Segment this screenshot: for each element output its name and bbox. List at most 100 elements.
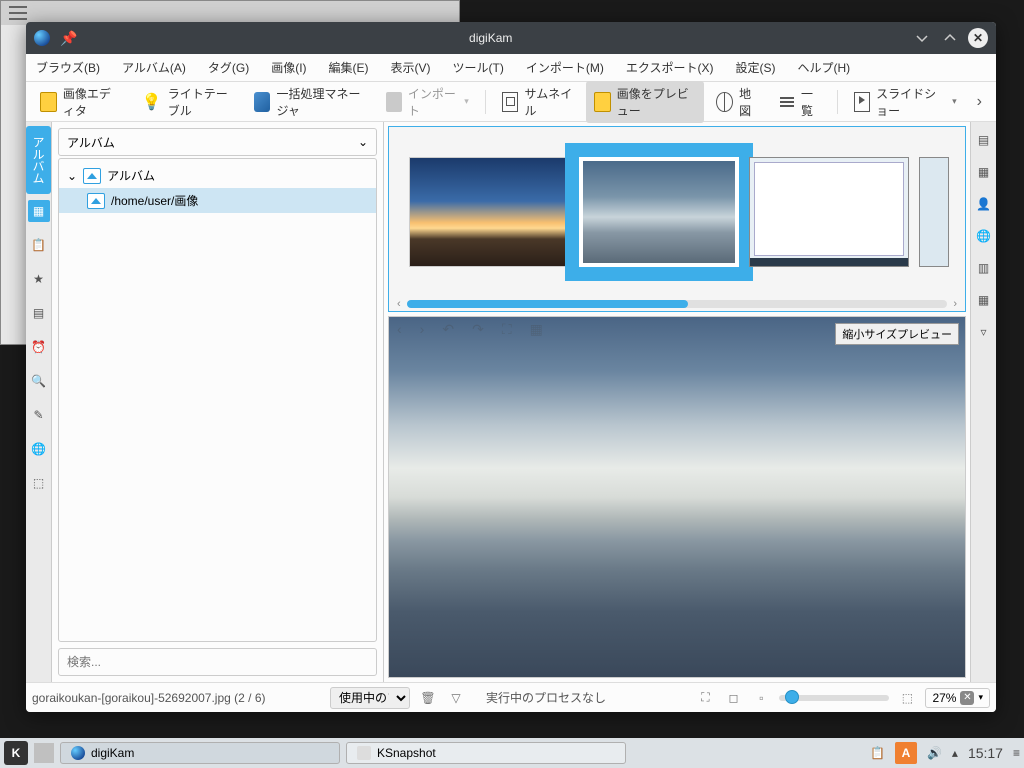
- slideshow-button[interactable]: スライドショー▾: [846, 81, 965, 123]
- star-icon[interactable]: ★: [28, 268, 50, 290]
- minimize-button[interactable]: [912, 28, 932, 48]
- batch-manager-button[interactable]: 一括処理マネージャ: [246, 81, 374, 123]
- scroll-left-icon[interactable]: ‹: [397, 298, 401, 310]
- globe-icon[interactable]: 🌐: [974, 226, 994, 246]
- dock-tab-album[interactable]: アルバム: [26, 126, 51, 194]
- menu-help[interactable]: ヘルプ(H): [794, 55, 855, 80]
- preview-toolbar: ‹ › ↶ ↷ ⛶ ▦: [397, 321, 543, 338]
- tree-item-path[interactable]: /home/user/画像: [59, 188, 376, 213]
- thumbnail-2-selected[interactable]: [579, 157, 739, 267]
- light-table-button[interactable]: 💡ライトテーブル: [134, 81, 242, 123]
- camera-icon: [386, 92, 402, 112]
- zoom-100-icon[interactable]: ◻: [723, 688, 743, 708]
- task-digikam[interactable]: digiKam: [60, 742, 340, 764]
- thumbnail-3[interactable]: [749, 157, 909, 267]
- menu-icon[interactable]: ≡: [1013, 746, 1020, 760]
- map-view-button[interactable]: 地図: [708, 81, 766, 123]
- properties-icon[interactable]: ▤: [974, 130, 994, 150]
- versions-icon[interactable]: ▦: [974, 290, 994, 310]
- toolbar: 画像エディタ 💡ライトテーブル 一括処理マネージャ インポート▾ サムネイル 画…: [26, 82, 996, 122]
- thumbnail-view-button[interactable]: サムネイル: [494, 81, 582, 123]
- status-filter-select[interactable]: 使用中のフィ.: [330, 687, 410, 709]
- close-button[interactable]: ✕: [968, 28, 988, 48]
- rotate-right-icon[interactable]: ↷: [472, 321, 484, 338]
- zoom-reset-icon[interactable]: ✕: [960, 691, 974, 705]
- list-icon: [779, 92, 795, 112]
- tray-expand-icon[interactable]: ▴: [952, 746, 958, 760]
- globe-icon[interactable]: 🌐: [28, 438, 50, 460]
- menu-edit[interactable]: 編集(E): [325, 55, 373, 80]
- thumbnail-1[interactable]: [409, 157, 569, 267]
- menu-export[interactable]: エクスポート(X): [622, 55, 718, 80]
- bulb-icon: 💡: [142, 92, 162, 112]
- task-ksnapshot[interactable]: KSnapshot: [346, 742, 626, 764]
- clipboard-icon[interactable]: 📋: [28, 234, 50, 256]
- pin-icon[interactable]: 📌: [60, 30, 77, 47]
- select-icon[interactable]: ⬚: [28, 472, 50, 494]
- ksnapshot-task-icon: [357, 746, 371, 760]
- tag-picker-icon[interactable]: ▥: [974, 258, 994, 278]
- zoom-value-box[interactable]: 27% ✕ ▾: [925, 688, 990, 708]
- image-editor-button[interactable]: 画像エディタ: [32, 81, 130, 123]
- toolbar-overflow-button[interactable]: ›: [969, 89, 990, 115]
- sidebar-header-dropdown[interactable]: アルバム ⌄: [58, 128, 377, 156]
- volume-icon[interactable]: 🔊: [927, 746, 942, 760]
- preview-panel[interactable]: ‹ › ↶ ↷ ⛶ ▦ 縮小サイズプレビュー: [388, 316, 966, 678]
- menu-tag[interactable]: タグ(G): [204, 55, 253, 80]
- clock[interactable]: 15:17: [968, 745, 1003, 761]
- menu-settings[interactable]: 設定(S): [732, 55, 780, 80]
- clock-icon[interactable]: ⏰: [28, 336, 50, 358]
- user-icon[interactable]: 👤: [974, 194, 994, 214]
- zoom-slider[interactable]: [779, 695, 889, 701]
- thumbnail-4[interactable]: [919, 157, 949, 267]
- maximize-button[interactable]: [940, 28, 960, 48]
- scrollbar-handle[interactable]: [407, 300, 688, 308]
- chevron-down-icon[interactable]: ▾: [978, 692, 983, 703]
- editor-icon: [40, 92, 57, 112]
- next-icon[interactable]: ›: [420, 321, 425, 338]
- scroll-right-icon[interactable]: ›: [953, 298, 957, 310]
- hamburger-icon[interactable]: [9, 6, 27, 20]
- expand-icon[interactable]: ⌄: [67, 169, 77, 183]
- wand-icon[interactable]: ✎: [28, 404, 50, 426]
- statusbar: goraikoukan-[goraikou]-52692007.jpg (2 /…: [26, 682, 996, 712]
- fullscreen-icon[interactable]: ⛶: [502, 321, 512, 338]
- menu-image[interactable]: 画像(I): [267, 55, 310, 80]
- app-icon: [34, 30, 50, 46]
- rotate-left-icon[interactable]: ↶: [442, 321, 454, 338]
- scrollbar-track[interactable]: [407, 300, 948, 308]
- right-dock: ▤ ▦ 👤 🌐 ▥ ▦ ▿: [970, 122, 996, 682]
- menu-view[interactable]: 表示(V): [387, 55, 435, 80]
- zoom-out-icon[interactable]: ▫: [751, 688, 771, 708]
- input-method-icon[interactable]: A: [895, 742, 917, 764]
- filter-icon[interactable]: ▿: [974, 322, 994, 342]
- search-icon[interactable]: 🔍: [28, 370, 50, 392]
- zoom-in-icon[interactable]: ⬚: [897, 688, 917, 708]
- grid-icon[interactable]: ▦: [530, 321, 543, 338]
- titlebar[interactable]: 📌 digiKam ✕: [26, 22, 996, 54]
- clipboard-tray-icon[interactable]: 📋: [870, 746, 885, 760]
- separator: [485, 90, 486, 114]
- dock-tab-image-icon[interactable]: ▦: [28, 200, 50, 222]
- menu-browse[interactable]: ブラウズ(B): [32, 55, 104, 80]
- menu-album[interactable]: アルバム(A): [118, 55, 190, 80]
- kde-menu-button[interactable]: K: [4, 741, 28, 765]
- zoom-slider-handle[interactable]: [785, 690, 799, 704]
- list-view-button[interactable]: 一覧: [771, 81, 829, 123]
- zoom-fit-icon[interactable]: ⛶: [695, 688, 715, 708]
- prev-icon[interactable]: ‹: [397, 321, 402, 338]
- digikam-task-icon: [71, 746, 85, 760]
- batch-icon: [254, 92, 271, 112]
- search-input[interactable]: [67, 655, 368, 669]
- menu-tool[interactable]: ツール(T): [449, 55, 508, 80]
- trash-icon[interactable]: 🗑: [418, 688, 438, 708]
- menu-import[interactable]: インポート(M): [522, 55, 608, 80]
- preview-view-button[interactable]: 画像をプレビュー: [586, 81, 705, 123]
- search-box[interactable]: [58, 648, 377, 676]
- desktop-pager[interactable]: [34, 743, 54, 763]
- funnel-icon[interactable]: ▽: [446, 688, 466, 708]
- colors-icon[interactable]: ▦: [974, 162, 994, 182]
- note-icon[interactable]: ▤: [28, 302, 50, 324]
- thumbnail-scrollbar[interactable]: ‹ ›: [389, 297, 965, 311]
- tree-item-root[interactable]: ⌄ アルバム: [59, 163, 376, 188]
